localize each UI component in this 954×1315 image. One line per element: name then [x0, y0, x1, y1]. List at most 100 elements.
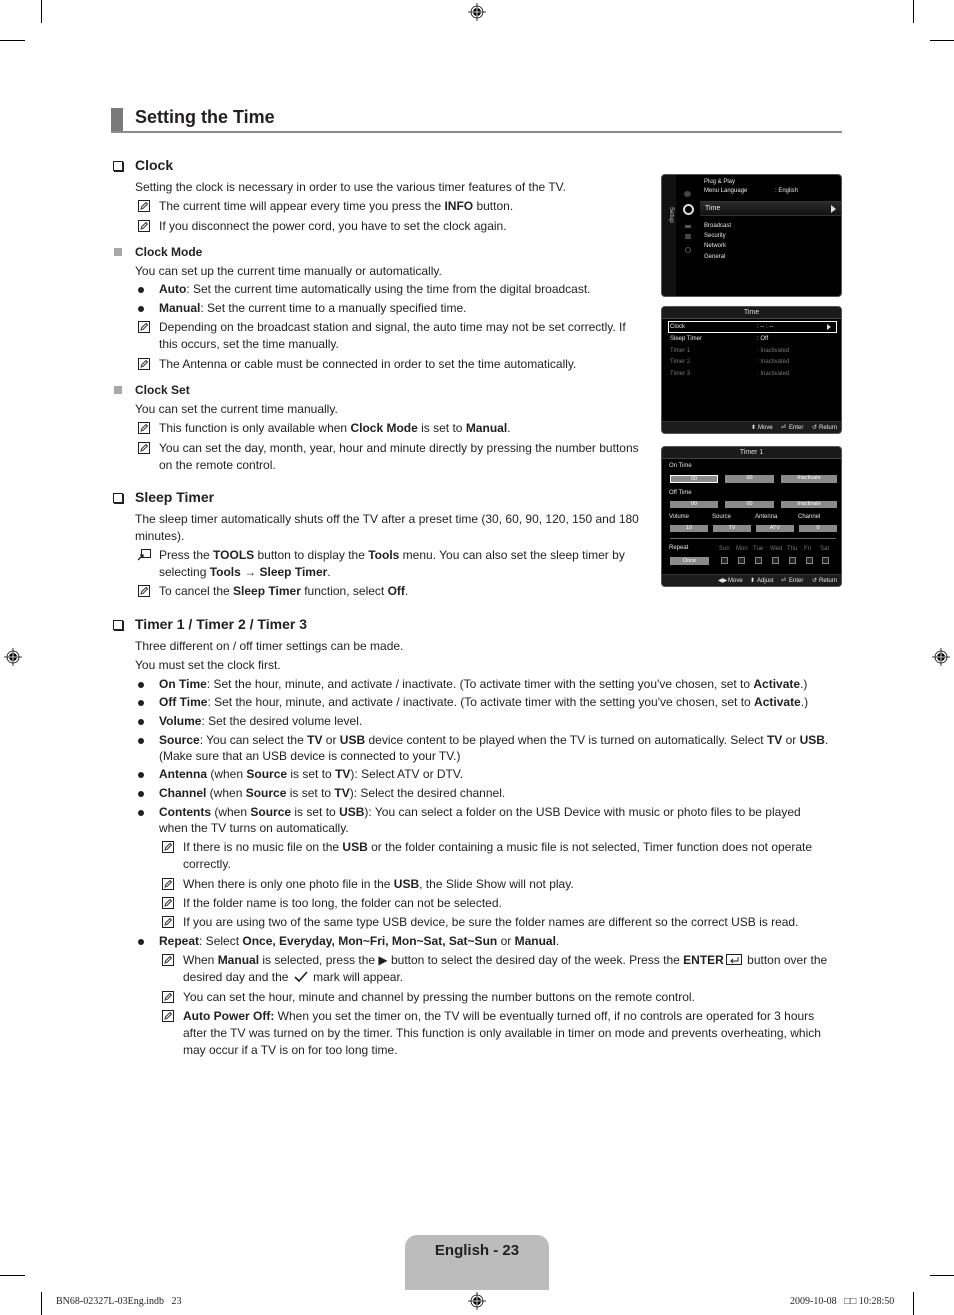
- crop-mark: [0, 1275, 25, 1276]
- text: .: [404, 584, 409, 598]
- note-icon: [138, 321, 150, 333]
- text: .: [507, 421, 511, 435]
- arrow-right-icon: [827, 324, 831, 330]
- bullet-icon: [138, 791, 144, 797]
- clock-mode-note-1b: this occurs, set the time manually.: [159, 337, 339, 351]
- time-row-sleep-timer[interactable]: Sleep Timer: [670, 336, 702, 343]
- on-time-activate[interactable]: Inactivate: [781, 475, 837, 483]
- term: Auto: [159, 282, 187, 296]
- crop-mark: [41, 0, 42, 23]
- menu-item-time[interactable]: Time: [705, 205, 720, 213]
- day-checkbox[interactable]: [789, 557, 796, 564]
- text: .: [327, 565, 331, 579]
- subsection-square-icon: [114, 248, 122, 256]
- text-bold: Activate: [753, 677, 801, 691]
- on-time-hour[interactable]: 00: [670, 475, 718, 483]
- time-row-timer-2[interactable]: Timer 2: [670, 359, 690, 366]
- text-bold: Off: [387, 584, 405, 598]
- crop-mark: [0, 40, 25, 41]
- menu-item-security[interactable]: Security: [704, 233, 726, 240]
- text: ): Select the desired channel.: [349, 786, 506, 800]
- menu-icon: [685, 234, 691, 239]
- antenna-value[interactable]: ATV: [756, 525, 794, 532]
- timers-heading: Timer 1 / Timer 2 / Timer 3: [135, 616, 307, 632]
- menu-item-menu-language[interactable]: Menu Language: [704, 188, 747, 195]
- time-row-clock[interactable]: Clock: [670, 324, 685, 331]
- timers-intro-2: You must set the clock first.: [135, 658, 281, 672]
- term: Repeat: [159, 934, 200, 948]
- on-time-label: On Time: [669, 463, 692, 469]
- sleep-note: To cancel the Sleep Timer function, sele…: [159, 583, 408, 600]
- antenna-label: Antenna: [755, 514, 778, 520]
- clock-mode-manual: Manual: Set the current time to a manual…: [159, 300, 466, 317]
- text: is set to: [291, 805, 340, 819]
- text-bold: TOOLS: [213, 548, 255, 562]
- clock-mode-note-2: The Antenna or cable must be connected i…: [159, 357, 577, 371]
- volume-value[interactable]: 10: [670, 525, 708, 532]
- text: is set to: [286, 786, 335, 800]
- menu-item-network[interactable]: Network: [704, 243, 726, 250]
- day-checkbox[interactable]: [806, 557, 813, 564]
- check-mark-icon: [294, 971, 308, 983]
- text-bold: TV: [335, 767, 351, 781]
- setup-menu-screen: Setup Plug & Play Menu Language : Englis…: [661, 174, 842, 297]
- source-value[interactable]: TV: [713, 525, 751, 532]
- menu-item-general[interactable]: General: [704, 254, 725, 261]
- on-time-minute[interactable]: 00: [725, 475, 774, 483]
- timer1-screen: Timer 1 On Time 00 00 Inactivate Off Tim…: [661, 446, 842, 587]
- registration-mark-icon: [932, 648, 950, 666]
- day-checkbox[interactable]: [755, 557, 762, 564]
- enter-icon: ⏎: [781, 578, 787, 584]
- text: : You can select the: [199, 733, 308, 747]
- source-label: Source: [712, 514, 732, 520]
- menu-item-plug-play[interactable]: Plug & Play: [704, 179, 735, 186]
- repeat-note-3: Auto Power Off: When you set the timer o…: [183, 1008, 814, 1025]
- repeat-value[interactable]: Once: [670, 557, 709, 565]
- time-row-timer-3[interactable]: Timer 3: [670, 371, 690, 378]
- section-checkbox-icon: [113, 620, 123, 630]
- text-bold: Tools: [368, 548, 400, 562]
- text: (when: [211, 805, 251, 819]
- time-row-timer-1[interactable]: Timer 1: [670, 348, 690, 355]
- menu-language-value: : English: [775, 188, 799, 194]
- note-icon: [138, 200, 150, 212]
- timers-contents: Contents (when Source is set to USB): Yo…: [159, 804, 801, 821]
- clock-mode-heading: Clock Mode: [135, 245, 203, 259]
- time-menu-screen: Time Clock : -- : -- Sleep Timer : Off T…: [661, 306, 842, 434]
- note-icon: [138, 220, 150, 232]
- footer-enter: Enter: [789, 425, 804, 431]
- text: desired day and the: [183, 970, 292, 984]
- page-number: English - 23: [434, 1242, 520, 1259]
- setup-gear-icon: [683, 204, 694, 215]
- note-icon: [162, 897, 174, 909]
- text-bold: Manual: [514, 934, 556, 948]
- channel-value[interactable]: 0: [799, 525, 837, 532]
- text: device content to be played when the TV …: [365, 733, 767, 747]
- menu-item-broadcast[interactable]: Broadcast: [704, 223, 731, 230]
- day-checkbox[interactable]: [772, 557, 779, 564]
- day-checkbox[interactable]: [738, 557, 745, 564]
- bullet-icon: [138, 700, 144, 706]
- off-time-activate[interactable]: Inactivate: [781, 501, 837, 508]
- text: : Set the current time to a manually spe…: [200, 301, 467, 315]
- time-row-timer-2-value: : Inactivated: [757, 359, 790, 365]
- text-bold: Activate: [754, 695, 801, 709]
- repeat-label: Repeat: [669, 545, 689, 551]
- contents-note-4: If you are using two of the same type US…: [183, 915, 799, 929]
- term: Antenna: [159, 767, 207, 781]
- day-checkbox[interactable]: [721, 557, 728, 564]
- repeat-note-1-line2: desired day and the mark will appear.: [183, 969, 403, 986]
- text: button over the: [743, 953, 828, 967]
- text: button.: [473, 199, 514, 213]
- timers-contents-line2: when the TV turns on automatically.: [159, 821, 349, 835]
- day-checkbox[interactable]: [822, 557, 829, 564]
- footer-move: Move: [728, 578, 743, 584]
- time-row-clock-value: : -- : --: [757, 324, 774, 330]
- timers-source-line2: (Make sure that an USB device is connect…: [159, 749, 461, 763]
- title-accent-bar: [111, 108, 123, 132]
- off-time-minute[interactable]: 00: [725, 501, 774, 508]
- day-label: Sun: [719, 546, 730, 552]
- tools-icon: [137, 549, 151, 561]
- bullet-icon: [138, 810, 144, 816]
- off-time-hour[interactable]: 00: [670, 501, 718, 508]
